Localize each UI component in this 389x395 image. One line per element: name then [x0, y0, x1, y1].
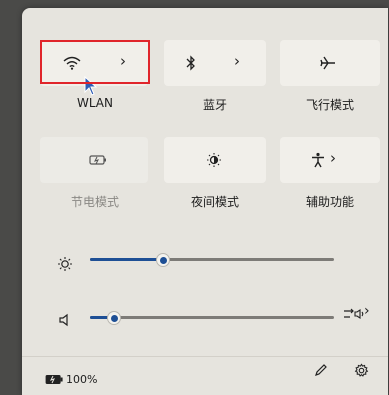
- night-light-label: 夜间模式: [190, 195, 239, 209]
- wifi-label: WLAN: [76, 96, 113, 110]
- battery-percentage: 100%: [66, 373, 98, 386]
- audio-output-chevron-icon[interactable]: ›: [364, 303, 370, 319]
- gear-icon[interactable]: [352, 361, 370, 379]
- volume-slider[interactable]: [90, 308, 334, 330]
- brightness-icon: [56, 255, 74, 273]
- footer-divider: [22, 356, 388, 357]
- speaker-icon[interactable]: [56, 311, 74, 329]
- accessibility-expand-chevron-icon[interactable]: ›: [330, 149, 336, 167]
- bluetooth-expand-chevron-icon[interactable]: ›: [234, 52, 240, 70]
- bluetooth-toggle-button[interactable]: ›: [164, 40, 266, 86]
- night-light-toggle-button[interactable]: [164, 137, 266, 183]
- bluetooth-label: 蓝牙: [202, 98, 227, 112]
- brightness-slider[interactable]: [90, 250, 334, 272]
- accessibility-label: 辅助功能: [305, 195, 354, 209]
- airplane-mode-label: 飞行模式: [305, 98, 354, 112]
- airplane-mode-toggle-button[interactable]: [280, 40, 380, 86]
- battery-saver-label: 节电模式: [70, 195, 119, 209]
- accessibility-icon: [308, 150, 328, 170]
- battery-saver-icon: [88, 151, 108, 169]
- airplane-icon: [318, 53, 338, 73]
- night-light-icon: [204, 150, 224, 170]
- volume-slider-thumb[interactable]: [107, 311, 121, 325]
- wifi-expand-chevron-icon[interactable]: ›: [120, 52, 126, 70]
- battery-icon: [44, 372, 64, 386]
- wifi-icon: [62, 53, 82, 73]
- brightness-slider-fill: [90, 258, 163, 261]
- pencil-icon[interactable]: [312, 361, 330, 379]
- volume-slider-track: [90, 316, 334, 319]
- audio-output-icon[interactable]: ›: [340, 303, 370, 323]
- brightness-slider-thumb[interactable]: [156, 253, 170, 267]
- bluetooth-icon: [184, 54, 198, 72]
- accessibility-button[interactable]: ›: [280, 137, 380, 183]
- battery-saver-toggle-button[interactable]: [40, 137, 148, 183]
